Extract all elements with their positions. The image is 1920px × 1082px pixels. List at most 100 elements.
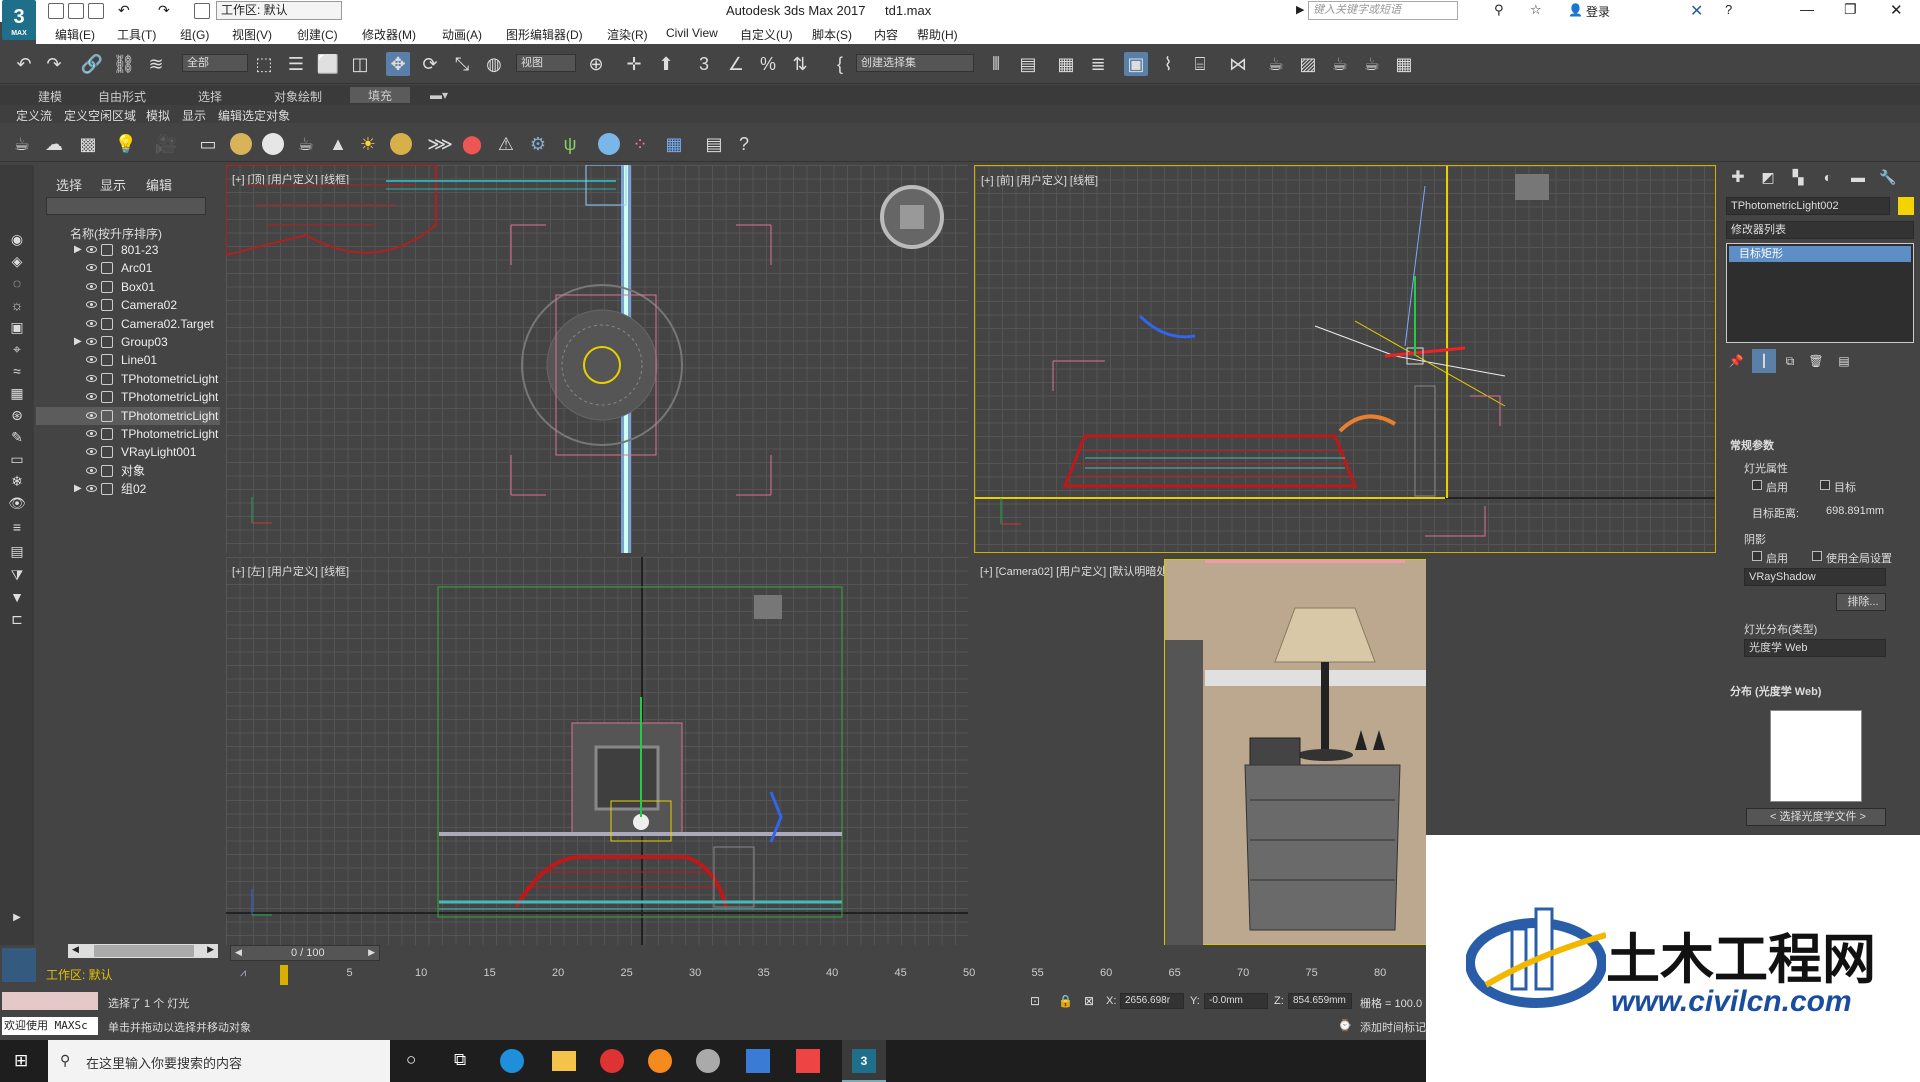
ribbon-tab-populate[interactable]: 填充 [350,87,411,103]
scene-row[interactable]: VRayLight001 [36,443,220,461]
configure-sets-icon[interactable]: ▤ [1832,349,1856,373]
redo-icon[interactable]: ↷ [42,52,66,76]
spinner-snap-icon[interactable]: ⇅ [788,52,812,76]
scene-row[interactable]: ▶ Group03 [36,333,220,351]
render-setup-icon[interactable]: ☕ [1264,52,1288,76]
remove-modifier-icon[interactable]: 🗑 [1804,349,1828,373]
menu-content[interactable]: 内容 [874,26,898,43]
pivot-center-icon[interactable]: ⊕ [584,52,608,76]
select-move-icon[interactable]: ✥ [386,52,410,76]
display-all-icon[interactable]: ◉ [5,227,29,251]
sun-icon[interactable]: ☀ [356,132,380,156]
visibility-eye-icon[interactable] [86,448,97,456]
reference-coord-dropdown[interactable]: 视图 [516,54,576,72]
new-file-icon[interactable] [48,3,64,19]
render-production-icon[interactable]: ☕ [1328,52,1352,76]
menu-civil-view[interactable]: Civil View [666,26,718,40]
ribbon-tab-selection[interactable]: 选择 [198,88,222,105]
search-input[interactable]: 键入关键字或短语 [1308,1,1458,20]
ies-light-icon[interactable]: ▲ [326,132,350,156]
ribbon-options-icon[interactable]: ▬▾ [430,88,448,102]
display-helpers-icon[interactable]: ⌖ [5,337,29,361]
help-icon[interactable]: ? [1725,2,1732,17]
undo-icon[interactable]: ↶ [12,52,36,76]
select-scale-icon[interactable]: ⤡ [450,52,474,76]
menu-rendering[interactable]: 渲染(R) [607,26,648,43]
visibility-eye-icon[interactable] [86,338,97,345]
vray-help-icon[interactable]: ? [732,132,756,156]
settings-gear-icon[interactable]: ⚙ [526,132,550,156]
visibility-eye-icon[interactable] [86,411,97,419]
sync-selection-icon[interactable]: ⊏ [5,607,29,631]
visibility-eye-icon[interactable] [86,246,97,253]
ribbon-tab-object-paint[interactable]: 对象绘制 [274,88,322,105]
schematic-view-icon[interactable]: ⌸ [1188,52,1212,76]
display-groups-icon[interactable]: ▦ [5,381,29,405]
menu-group[interactable]: 组(G) [180,26,209,43]
display-cameras-icon[interactable]: ▣ [5,315,29,339]
expand-arrow-icon[interactable]: ▶ [74,241,82,259]
selection-lock-icon[interactable]: 🔒 [1058,994,1073,1008]
general-params-rollout[interactable]: 常规参数 [1730,437,1774,453]
minimize-icon[interactable]: — [1800,1,1814,17]
undo-icon[interactable]: ↶ [118,2,130,19]
sphere-light-icon[interactable] [262,133,284,155]
scene-explorer-icon[interactable]: ▦ [1054,52,1078,76]
scene-scrollbar[interactable]: ◀ ▶ [68,944,218,958]
unlink-icon[interactable]: ⛓ [112,52,136,76]
workspace-dropdown[interactable]: 工作区: 默认 [216,1,342,20]
named-selection-set-dropdown[interactable]: 创建选择集 [856,54,974,72]
menu-customize[interactable]: 自定义(U) [740,26,793,43]
open-file-icon[interactable] [68,3,84,19]
visibility-eye-icon[interactable] [86,282,97,290]
display-spacewarps-icon[interactable]: ≈ [5,359,29,383]
user-icon[interactable]: 👤 [1568,3,1583,17]
edit-named-selection-icon[interactable]: { [828,52,852,76]
visibility-eye-icon[interactable] [86,485,97,493]
curve-editor-icon[interactable]: ⌇ [1156,52,1180,76]
material-editor-icon[interactable]: ⋈ [1226,52,1250,76]
display-hidden-icon[interactable]: 👁 [5,491,29,515]
align-icon[interactable]: ▤ [1016,52,1040,76]
display-shapes-icon[interactable]: ◌ [5,271,29,295]
display-xrefs-icon[interactable]: ⊛ [5,403,29,427]
display-containers-icon[interactable]: ▭ [5,447,29,471]
image-icon[interactable]: ▩ [76,132,100,156]
cortana-icon[interactable]: ○ [406,1050,416,1070]
3dsmax-taskbar-icon[interactable]: 3 [842,1040,886,1082]
save-icon[interactable] [88,3,104,19]
expand-arrow-icon[interactable]: ▶ [5,905,29,929]
redo-icon[interactable]: ↷ [158,2,170,19]
tab-display[interactable]: 显示 [100,175,126,194]
link-icon[interactable]: 🔗 [80,52,104,76]
create-tab-icon[interactable]: ✚ [1726,165,1750,189]
close-icon[interactable]: ✕ [1890,1,1903,19]
maxscript-listener-pink[interactable] [2,992,98,1010]
visibility-eye-icon[interactable] [86,466,97,474]
proxy-icon[interactable]: ⬤ [460,132,484,156]
show-end-result-icon[interactable]: ┃ [1752,349,1776,373]
window-crossing-icon[interactable]: ◫ [348,52,372,76]
login-link[interactable]: 登录 [1586,3,1610,20]
menu-help[interactable]: 帮助(H) [917,26,958,43]
sort-header[interactable]: 名称(按升序排序) [70,225,162,242]
select-object-icon[interactable]: ⬚ [252,52,276,76]
star-icon[interactable]: ☆ [1530,2,1542,18]
scene-row[interactable]: Camera02 [36,296,220,314]
menu-edit[interactable]: 编辑(E) [55,26,95,43]
plane-icon[interactable]: ▭ [196,132,220,156]
curve-toggle-icon[interactable]: ⩘ [240,967,246,980]
tab-edit[interactable]: 编辑 [146,175,172,194]
tab-select[interactable]: 选择 [56,175,82,194]
funnel-icon[interactable]: ▼ [5,585,29,609]
camera-object-icon[interactable]: 🎥 [154,132,178,156]
time-slider[interactable]: ◀ 0 / 100 ▶ [230,945,380,961]
rect-select-region-icon[interactable]: ⬜ [316,52,340,76]
viewport-top[interactable]: [+] [顶] [用户定义] [线框] [226,165,968,553]
scene-converter-icon[interactable]: ▤ [702,132,726,156]
mirror-icon[interactable]: ⫴ [984,52,1008,76]
edge-icon[interactable] [500,1049,524,1073]
visibility-eye-icon[interactable] [86,393,97,401]
project-icon[interactable] [194,3,210,19]
choose-photometric-file-button[interactable]: < 选择光度学文件 > [1746,808,1886,826]
